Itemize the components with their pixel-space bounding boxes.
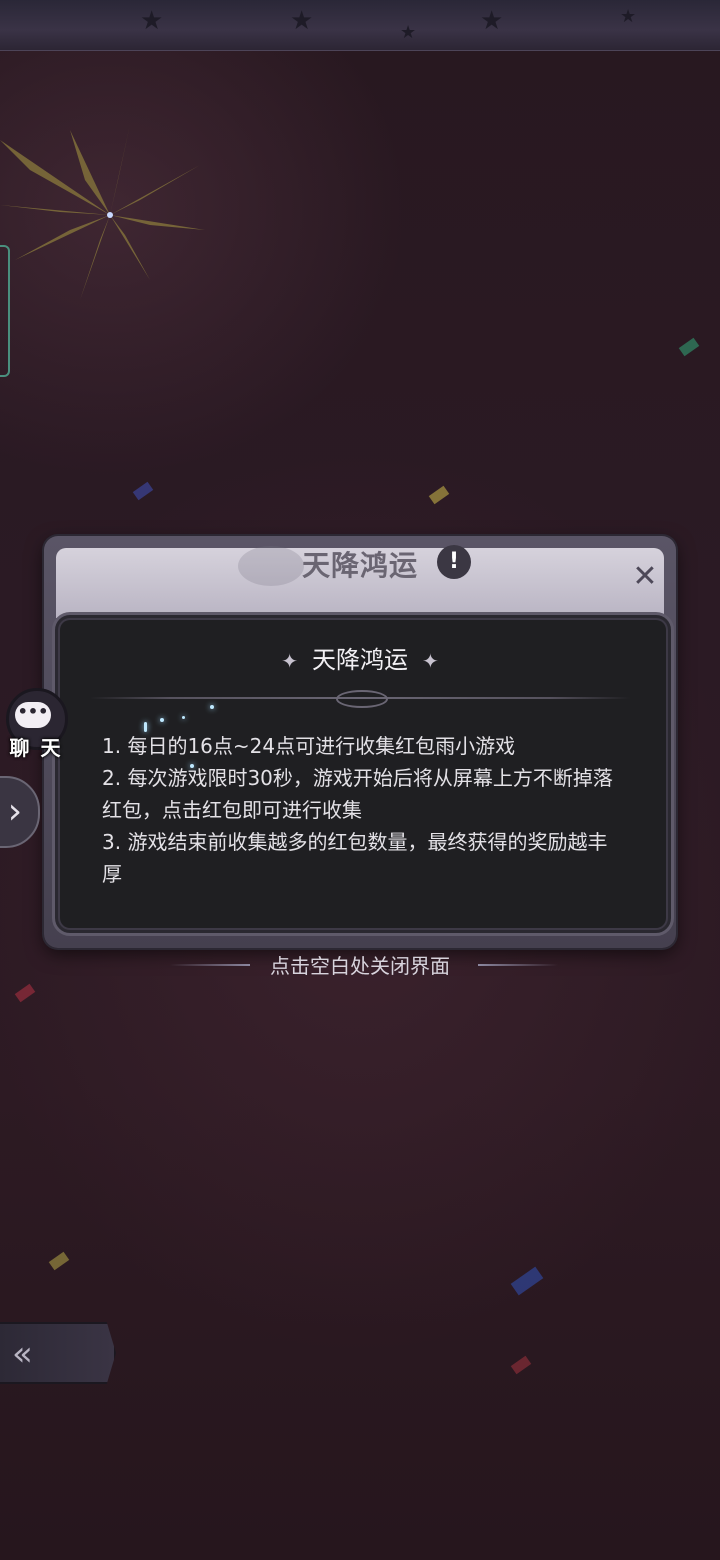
panel-title: ✦ 天降鸿运 ✦ — [0, 640, 720, 680]
star-decoration: ★ — [480, 6, 504, 36]
sparkle-decoration — [190, 764, 194, 768]
panel-title-text: 天降鸿运 — [312, 646, 408, 674]
sparkle-decoration — [144, 722, 147, 732]
sparkle-decoration — [210, 705, 214, 709]
dialog-header-title: 天降鸿运 — [301, 549, 418, 582]
divider-ornament — [336, 690, 388, 708]
rules-list: 1. 每日的16点~24点可进行收集红包雨小游戏 2. 每次游戏限时30秒，游戏… — [102, 730, 622, 890]
diamond-icon: ✦ — [422, 649, 439, 673]
sparkle-decoration — [182, 716, 185, 719]
info-icon[interactable]: ! — [437, 545, 471, 579]
star-decoration: ★ — [400, 22, 417, 43]
close-icon[interactable]: ✕ — [630, 562, 660, 592]
diamond-icon: ✦ — [281, 649, 298, 673]
left-edge-tab[interactable] — [0, 245, 10, 377]
star-decoration: ★ — [140, 6, 164, 36]
top-decorative-band: ★ ★ ★ ★ ★ — [0, 0, 720, 51]
firework-decoration — [0, 125, 205, 300]
rule-item: 1. 每日的16点~24点可进行收集红包雨小游戏 — [102, 734, 516, 758]
hint-ornament-right — [478, 964, 558, 966]
rule-item: 2. 每次游戏限时30秒，游戏开始后将从屏幕上方不断掉落红包，点击红包即可进行收… — [102, 766, 613, 822]
close-hint[interactable]: 点击空白处关闭界面 — [0, 950, 720, 982]
chat-label[interactable]: 聊 天 — [6, 732, 66, 761]
star-decoration: ★ — [290, 6, 314, 36]
chat-bubble-icon[interactable]: ••• — [15, 702, 51, 728]
sparkle-decoration — [160, 718, 164, 722]
back-icon[interactable]: « — [0, 1322, 116, 1384]
rule-item: 3. 游戏结束前收集越多的红包数量，最终获得的奖励越丰厚 — [102, 830, 608, 886]
star-decoration: ★ — [620, 6, 637, 27]
